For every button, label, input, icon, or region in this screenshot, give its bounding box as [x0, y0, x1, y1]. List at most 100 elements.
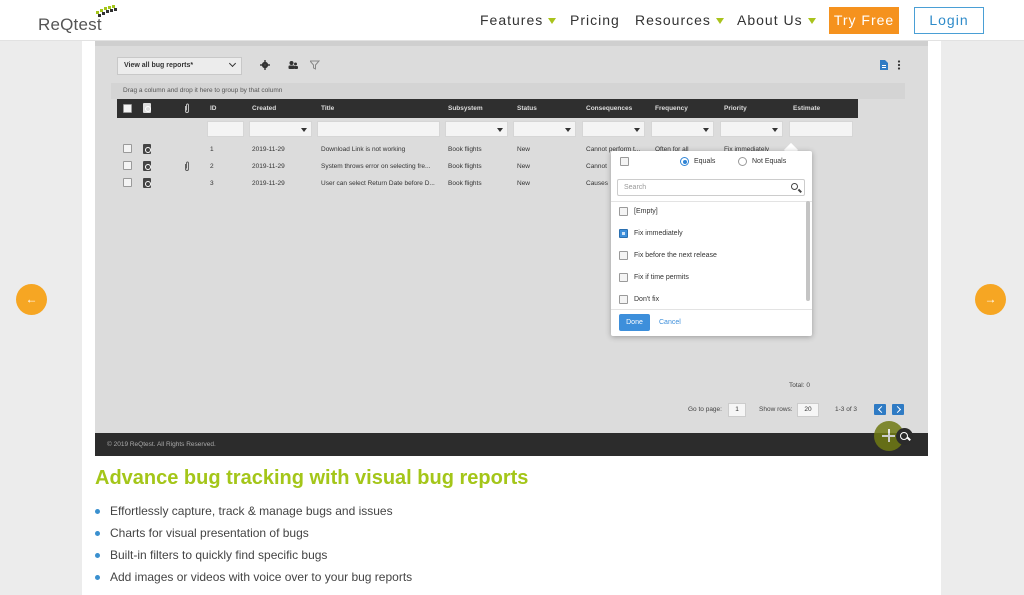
grid-header-row: ID Created Title Subsystem Status Conseq…: [117, 99, 858, 118]
filter-id[interactable]: [207, 121, 244, 137]
group-users-icon[interactable]: [288, 60, 298, 70]
view-select-dropdown[interactable]: View all bug reports*: [117, 57, 242, 75]
zoom-icon[interactable]: [896, 428, 913, 445]
select-all-checkbox[interactable]: [123, 104, 132, 113]
arrow-right-icon: →: [984, 292, 997, 306]
rows-per-page-select[interactable]: 20: [797, 403, 819, 417]
group-by-drop-zone[interactable]: Drag a column and drop it here to group …: [111, 83, 905, 99]
cell-title[interactable]: System throws error on selecting fre...: [321, 163, 445, 170]
filter-priority[interactable]: [720, 121, 783, 137]
prev-page-button[interactable]: [874, 404, 886, 415]
filter-title[interactable]: [317, 121, 440, 137]
top-navigation-bar: ReQtest Features Pricing Resources About…: [0, 0, 1024, 41]
priority-filter-popup: Equals Not Equals Search [Empty] Fix imm…: [611, 151, 812, 336]
chevron-down-icon: [772, 128, 778, 132]
cell-created: 2019-11-29: [252, 146, 285, 153]
arrow-left-icon: ←: [25, 292, 38, 306]
column-header-priority[interactable]: Priority: [724, 99, 747, 118]
popup-scrollbar[interactable]: [806, 201, 810, 301]
column-header-estimate[interactable]: Estimate: [793, 99, 820, 118]
chevron-down-icon: [228, 59, 237, 68]
nav-resources[interactable]: Resources: [635, 12, 724, 28]
chevron-down-icon: [807, 18, 816, 25]
option-checkbox[interactable]: [619, 229, 628, 238]
paperclip-icon: [185, 103, 189, 113]
feature-list: Effortlessly capture, track & manage bug…: [95, 503, 412, 591]
paperclip-icon[interactable]: [184, 161, 190, 172]
document-icon[interactable]: [143, 178, 151, 188]
filter-subsystem[interactable]: [445, 121, 508, 137]
option-label: Don't fix: [634, 296, 660, 303]
carousel-next-button[interactable]: →: [975, 284, 1006, 315]
column-header-created[interactable]: Created: [252, 99, 276, 118]
not-equals-label: Not Equals: [752, 158, 787, 165]
filter-status[interactable]: [513, 121, 576, 137]
filter-consequences[interactable]: [582, 121, 645, 137]
cell-consequences: Causes: [586, 180, 609, 187]
column-header-frequency[interactable]: Frequency: [655, 99, 688, 118]
login-button[interactable]: Login: [914, 7, 984, 34]
row-checkbox[interactable]: [123, 144, 132, 153]
divider: [611, 201, 812, 202]
filter-estimate[interactable]: [789, 121, 853, 137]
chevron-down-icon: [634, 128, 640, 132]
filter-frequency[interactable]: [651, 121, 714, 137]
cell-status: New: [517, 163, 531, 170]
column-header-title[interactable]: Title: [321, 99, 334, 118]
cell-subsystem: Book flights: [448, 146, 482, 153]
more-menu-icon[interactable]: [894, 60, 904, 70]
cell-id: 2: [210, 163, 214, 170]
filter-clear-icon[interactable]: [310, 60, 320, 70]
option-checkbox[interactable]: [619, 273, 628, 282]
chevron-down-icon: [565, 128, 571, 132]
nav-features[interactable]: Features: [480, 12, 557, 28]
cell-title[interactable]: User can select Return Date before D...: [321, 180, 445, 187]
equals-label: Equals: [694, 158, 716, 165]
cell-id: 3: [210, 180, 214, 187]
filter-created[interactable]: [249, 121, 312, 137]
app-footer: © 2019 ReQtest. All Rights Reserved.: [95, 433, 928, 456]
cell-created: 2019-11-29: [252, 180, 285, 187]
option-label: Fix immediately: [634, 230, 683, 237]
cell-subsystem: Book flights: [448, 180, 482, 187]
filter-search-input[interactable]: Search: [617, 179, 805, 196]
feature-list-item: Charts for visual presentation of bugs: [95, 525, 412, 547]
search-placeholder: Search: [624, 184, 647, 191]
document-icon[interactable]: [143, 161, 151, 171]
try-free-button[interactable]: Try Free: [829, 7, 899, 34]
chevron-down-icon: [715, 18, 724, 25]
search-icon[interactable]: [791, 183, 798, 190]
feature-headline: Advance bug tracking with visual bug rep…: [95, 467, 529, 489]
select-all-options-checkbox[interactable]: [620, 157, 629, 166]
nav-resources-label: Resources: [635, 12, 711, 28]
column-header-subsystem[interactable]: Subsystem: [448, 99, 483, 118]
feature-list-item: Built-in filters to quickly find specifi…: [95, 547, 412, 569]
column-header-status[interactable]: Status: [517, 99, 537, 118]
not-equals-radio[interactable]: [738, 157, 747, 166]
column-header-id[interactable]: ID: [210, 99, 217, 118]
column-header-consequences[interactable]: Consequences: [586, 99, 632, 118]
carousel-prev-button[interactable]: ←: [16, 284, 47, 315]
nav-pricing[interactable]: Pricing: [570, 12, 620, 28]
option-label: Fix if time permits: [634, 274, 689, 281]
cell-id: 1: [210, 146, 214, 153]
option-checkbox[interactable]: [619, 295, 628, 304]
page-range: 1-3 of 3: [835, 406, 858, 413]
document-icon[interactable]: [143, 144, 151, 154]
option-checkbox[interactable]: [619, 207, 628, 216]
cancel-link[interactable]: Cancel: [659, 319, 681, 326]
cell-title[interactable]: Download Link is not working: [321, 146, 445, 153]
export-file-icon[interactable]: [879, 60, 889, 70]
equals-radio[interactable]: [680, 157, 689, 166]
done-button[interactable]: Done: [619, 314, 650, 331]
next-page-button[interactable]: [892, 404, 904, 415]
option-checkbox[interactable]: [619, 251, 628, 260]
nav-about-us-label: About Us: [737, 12, 803, 28]
reqtest-logo[interactable]: ReQtest: [38, 5, 128, 37]
gear-icon[interactable]: [260, 60, 270, 70]
row-checkbox[interactable]: [123, 161, 132, 170]
page-number-input[interactable]: 1: [728, 403, 746, 417]
nav-about-us[interactable]: About Us: [737, 12, 816, 28]
row-checkbox[interactable]: [123, 178, 132, 187]
view-select-label: View all bug reports*: [124, 62, 194, 69]
